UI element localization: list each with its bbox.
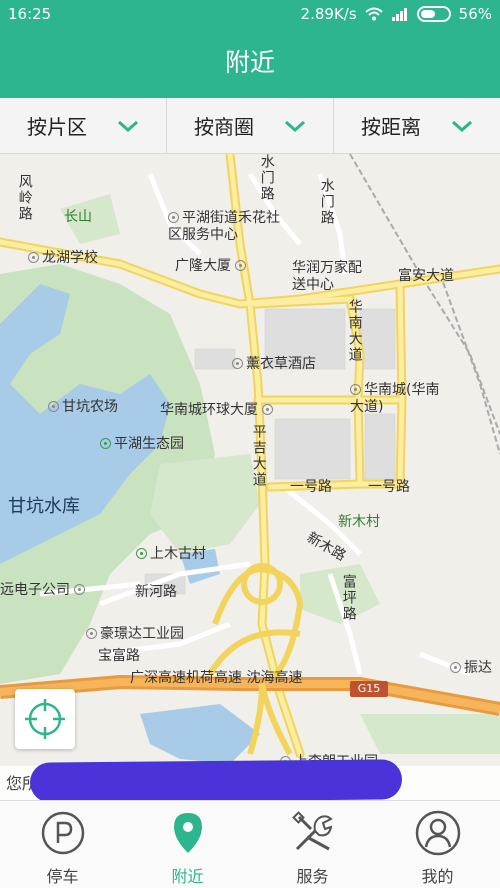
map-view[interactable]: 风岭路 长山 水门路 水门路 平湖街道禾花社区服务中心 龙湖学校 广隆大厦 华润… (0, 154, 500, 800)
poi-icon (262, 404, 273, 415)
poi-icon (100, 438, 111, 449)
wifi-icon (364, 7, 383, 21)
filter-label: 按片区 (27, 115, 87, 139)
poi-label: 薰衣草酒店 (246, 356, 316, 372)
map-poi-pinghu-eco-park[interactable]: 平湖生态园 (100, 436, 184, 453)
nav-nearby[interactable]: 附近 (125, 801, 250, 888)
page-title: 附近 (0, 28, 500, 98)
nav-label: 停车 (46, 867, 79, 886)
poi-label: 华南城(华南大道) (350, 382, 440, 415)
map-label-road: 富安大道 (398, 268, 454, 284)
poi-label: 平湖街道禾花社区服务中心 (168, 210, 280, 243)
map-poi-huanan-city[interactable]: 华南城(华南大道) (350, 382, 450, 416)
map-poi-pinghu-street[interactable]: 平湖街道禾花社区服务中心 (168, 210, 288, 244)
map-label-road: 水门路 (258, 154, 275, 202)
filter-by-distance[interactable]: 按距离 (334, 98, 500, 153)
crosshair-icon (25, 699, 65, 739)
poi-label: 龙湖学校 (42, 250, 98, 266)
map-label-expressway: 广深高速机荷高速 沈海高速 (130, 670, 303, 686)
location-pin-icon (173, 813, 202, 853)
map-label-road: 宝富路 (98, 648, 140, 664)
map-label-road: 富坪路 (340, 574, 357, 622)
filter-by-business-area[interactable]: 按商圈 (167, 98, 334, 153)
poi-icon (48, 401, 59, 412)
poi-icon (136, 548, 147, 559)
poi-icon (350, 384, 361, 395)
poi-label: 豪璟达工业园 (100, 626, 184, 642)
filter-by-district[interactable]: 按片区 (0, 98, 167, 153)
poi-label: 上木古村 (150, 546, 206, 562)
chevron-down-icon (452, 120, 472, 132)
map-label-road: 一号路 (290, 479, 332, 495)
chevron-down-icon (118, 120, 138, 132)
map-label-reservoir: 甘坑水库 (8, 496, 80, 517)
tools-icon (291, 811, 333, 851)
poi-label: 华南城环球大厦 (160, 402, 258, 418)
status-time: 16:25 (8, 5, 52, 23)
poi-icon (235, 260, 246, 271)
battery-percent: 56% (458, 5, 492, 23)
map-poi-xunyi-hotel[interactable]: 薰衣草酒店 (232, 356, 316, 373)
user-icon (415, 810, 460, 856)
map-poi-electronics[interactable]: 远电子公司 (0, 582, 88, 599)
nav-mine[interactable]: 我的 (375, 801, 500, 888)
redaction-scribble (29, 759, 403, 800)
map-poi-guanglong[interactable]: 广隆大厦 (175, 258, 249, 275)
poi-label: 平湖生态园 (114, 436, 184, 452)
status-bar: 16:25 2.89K/s 56% (0, 0, 500, 28)
poi-icon (168, 212, 179, 223)
highway-shield-g15: G15 (350, 681, 388, 697)
map-label-road: 平吉大道 (250, 424, 267, 488)
nav-parking[interactable]: 停车 (0, 801, 125, 888)
status-right: 2.89K/s 56% (301, 5, 492, 23)
nav-services[interactable]: 服务 (250, 801, 375, 888)
signal-icon (391, 8, 407, 21)
map-label-road: 风岭路 (16, 174, 33, 222)
poi-label: 振达 (464, 660, 492, 676)
bottom-nav: 停车 附近 服务 我的 (0, 800, 500, 888)
network-speed: 2.89K/s (300, 5, 357, 23)
battery-icon (416, 6, 451, 22)
filter-bar: 按片区 按商圈 按距离 (0, 98, 500, 154)
nav-label: 服务 (296, 867, 329, 886)
map-label-road: 一号路 (368, 479, 410, 495)
map-poi-huarun[interactable]: 华润万家配送中心 (292, 260, 362, 294)
chevron-down-icon (285, 120, 305, 132)
poi-label: 广隆大厦 (175, 258, 231, 274)
filter-label: 按商圈 (194, 115, 254, 139)
poi-icon (74, 584, 85, 595)
locate-me-button[interactable] (15, 689, 75, 749)
map-label-road: 水门路 (318, 178, 335, 226)
poi-icon (232, 358, 243, 369)
map-label-road: 华南大道 (346, 299, 363, 363)
map-label-village: 新木村 (338, 514, 380, 530)
nav-label: 我的 (421, 867, 454, 886)
map-poi-huanan-tower[interactable]: 华南城环球大厦 (160, 402, 276, 419)
poi-icon (28, 252, 39, 263)
poi-label: 华润万家配送中心 (292, 260, 362, 293)
map-poi-longhu-school[interactable]: 龙湖学校 (28, 250, 98, 267)
parking-icon (41, 811, 84, 855)
poi-icon (86, 628, 97, 639)
poi-icon (450, 662, 461, 673)
map-label-road: 新河路 (135, 584, 177, 600)
filter-label: 按距离 (361, 115, 421, 139)
map-poi-shangmu-village[interactable]: 上木古村 (136, 546, 206, 563)
poi-label: 远电子公司 (0, 582, 70, 598)
nav-label: 附近 (171, 867, 204, 886)
map-label-place: 长山 (64, 209, 92, 225)
poi-label: 甘坑农场 (62, 399, 118, 415)
map-poi-gankeng-farm[interactable]: 甘坑农场 (48, 399, 118, 416)
map-poi-haojing-park[interactable]: 豪璟达工业园 (86, 626, 184, 643)
map-poi-zhenda[interactable]: 振达 (450, 660, 492, 677)
